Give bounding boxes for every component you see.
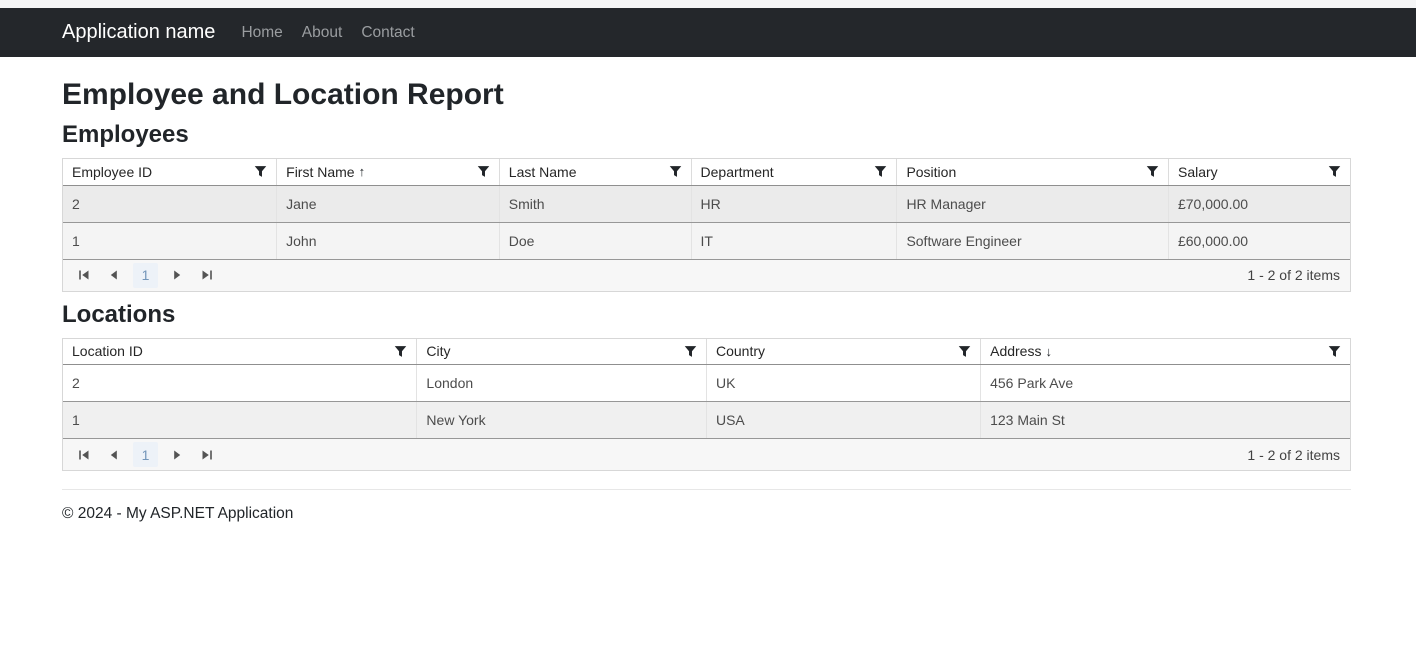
cell-country: USA	[706, 402, 980, 439]
cell-city: London	[417, 365, 707, 402]
cell-employee-id: 1	[63, 222, 277, 259]
main-content: Employee and Location Report Employees E…	[62, 78, 1351, 523]
column-header-position[interactable]: Position	[897, 159, 1169, 185]
column-header-last-name[interactable]: Last Name	[499, 159, 691, 185]
cell-department: HR	[691, 185, 897, 222]
locations-header-row: Location ID City	[63, 339, 1350, 365]
employees-grid: Employee ID First Name ↑	[62, 158, 1351, 292]
cell-first-name: John	[277, 222, 500, 259]
filter-icon[interactable]	[874, 165, 887, 178]
pager-info: 1 - 2 of 2 items	[1247, 447, 1340, 463]
column-header-salary[interactable]: Salary	[1168, 159, 1350, 185]
pager-prev-button[interactable]	[103, 263, 125, 287]
nav-link-about[interactable]: About	[302, 24, 343, 42]
column-header-employee-id[interactable]: Employee ID	[63, 159, 277, 185]
cell-address: 456 Park Ave	[981, 365, 1350, 402]
column-label: Department	[701, 164, 774, 180]
table-row: 1 New York USA 123 Main St	[63, 402, 1350, 439]
employees-heading: Employees	[62, 121, 1351, 149]
column-header-city[interactable]: City	[417, 339, 707, 365]
pager-last-button[interactable]	[196, 443, 218, 467]
sort-ascending-indicator: ↑	[359, 164, 366, 179]
pager-next-button[interactable]	[166, 263, 188, 287]
column-label: Employee ID	[72, 164, 152, 180]
table-row: 1 John Doe IT Software Engineer £60,000.…	[63, 222, 1350, 259]
cell-position: HR Manager	[897, 185, 1169, 222]
page-title: Employee and Location Report	[62, 78, 1351, 112]
column-label: Country	[716, 343, 765, 359]
column-label: First Name	[286, 164, 354, 180]
filter-icon[interactable]	[1146, 165, 1159, 178]
cell-salary: £60,000.00	[1168, 222, 1350, 259]
employees-header-row: Employee ID First Name ↑	[63, 159, 1350, 185]
cell-position: Software Engineer	[897, 222, 1169, 259]
filter-icon[interactable]	[254, 165, 267, 178]
pager-info: 1 - 2 of 2 items	[1247, 267, 1340, 283]
cell-last-name: Smith	[499, 185, 691, 222]
column-header-location-id[interactable]: Location ID	[63, 339, 417, 365]
column-header-country[interactable]: Country	[706, 339, 980, 365]
cell-department: IT	[691, 222, 897, 259]
filter-icon[interactable]	[1328, 165, 1341, 178]
nav-link-home[interactable]: Home	[241, 24, 282, 42]
pager-last-button[interactable]	[196, 263, 218, 287]
column-header-department[interactable]: Department	[691, 159, 897, 185]
app-brand[interactable]: Application name	[62, 21, 215, 44]
cell-country: UK	[706, 365, 980, 402]
column-label: Location ID	[72, 343, 143, 359]
column-header-first-name[interactable]: First Name ↑	[277, 159, 500, 185]
filter-icon[interactable]	[1328, 345, 1341, 358]
cell-city: New York	[417, 402, 707, 439]
cell-location-id: 1	[63, 402, 417, 439]
filter-icon[interactable]	[477, 165, 490, 178]
column-label: Salary	[1178, 164, 1218, 180]
filter-icon[interactable]	[669, 165, 682, 178]
pager-next-button[interactable]	[166, 443, 188, 467]
sort-descending-indicator: ↓	[1045, 344, 1052, 359]
filter-icon[interactable]	[394, 345, 407, 358]
nav-link-contact[interactable]: Contact	[361, 24, 414, 42]
pager-first-button[interactable]	[73, 263, 95, 287]
locations-heading: Locations	[62, 301, 1351, 329]
window-top-strip	[0, 0, 1416, 8]
locations-pager: 1 1 - 2 of 2 items	[63, 439, 1350, 470]
employees-pager: 1 1 - 2 of 2 items	[63, 260, 1350, 291]
table-row: 2 London UK 456 Park Ave	[63, 365, 1350, 402]
cell-last-name: Doe	[499, 222, 691, 259]
filter-icon[interactable]	[684, 345, 697, 358]
footer-divider	[62, 489, 1351, 490]
pager-page-button[interactable]: 1	[133, 263, 158, 288]
column-label: Position	[906, 164, 956, 180]
column-label: Address	[990, 343, 1041, 359]
footer-copyright: © 2024 - My ASP.NET Application	[62, 505, 1351, 523]
cell-location-id: 2	[63, 365, 417, 402]
cell-employee-id: 2	[63, 185, 277, 222]
cell-salary: £70,000.00	[1168, 185, 1350, 222]
pager-page-button[interactable]: 1	[133, 442, 158, 467]
pager-prev-button[interactable]	[103, 443, 125, 467]
navbar: Application name Home About Contact	[0, 8, 1416, 57]
column-label: Last Name	[509, 164, 577, 180]
cell-address: 123 Main St	[981, 402, 1350, 439]
pager-first-button[interactable]	[73, 443, 95, 467]
column-label: City	[426, 343, 450, 359]
column-header-address[interactable]: Address ↓	[981, 339, 1350, 365]
locations-grid: Location ID City	[62, 338, 1351, 472]
table-row: 2 Jane Smith HR HR Manager £70,000.00	[63, 185, 1350, 222]
filter-icon[interactable]	[958, 345, 971, 358]
cell-first-name: Jane	[277, 185, 500, 222]
